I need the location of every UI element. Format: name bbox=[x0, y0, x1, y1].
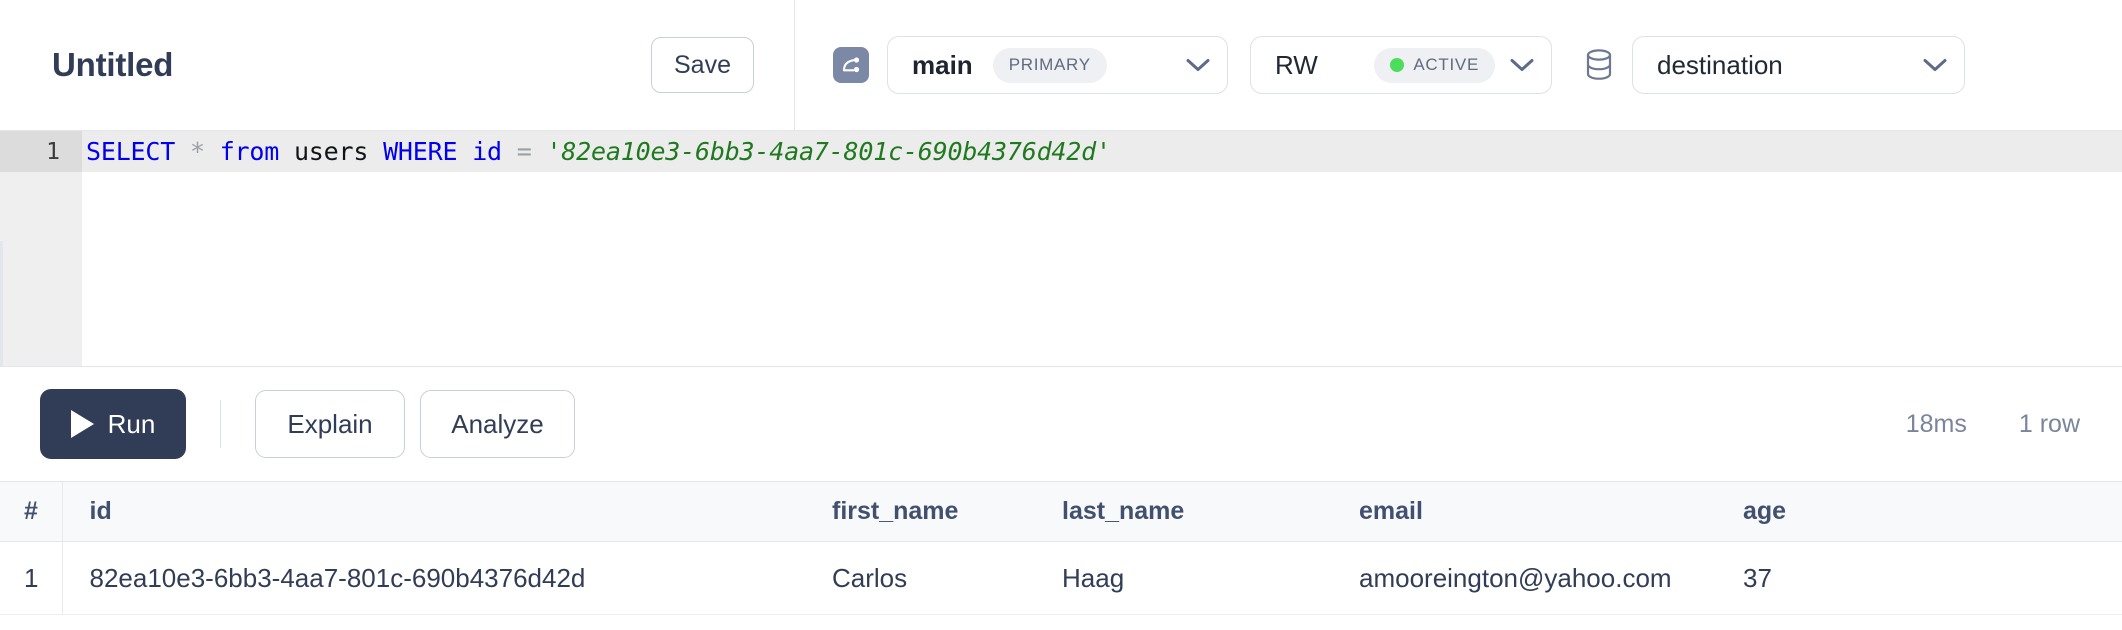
cell-row-number: 1 bbox=[0, 541, 62, 615]
sql-token-star: * bbox=[189, 137, 205, 166]
action-divider bbox=[220, 400, 221, 448]
play-icon bbox=[70, 410, 94, 438]
column-header-num[interactable]: # bbox=[0, 481, 62, 542]
sql-space bbox=[175, 137, 190, 166]
chevron-down-icon[interactable] bbox=[1509, 57, 1535, 73]
column-header-age[interactable]: age bbox=[1743, 481, 2122, 542]
column-header-email[interactable]: email bbox=[1359, 481, 1743, 542]
row-count: 1 row bbox=[2018, 409, 2080, 438]
sql-token-literal: '82ea10e3-6bb3-4aa7-801c-690b4376d42d' bbox=[546, 137, 1111, 166]
sql-editor-app: Untitled Save main PRIMARY RW ACTIVE des… bbox=[0, 0, 2122, 630]
chevron-down-icon[interactable] bbox=[1185, 57, 1211, 73]
table-header-row: # id first_name last_name email age bbox=[0, 481, 2122, 542]
column-header-first-name[interactable]: first_name bbox=[832, 481, 1062, 542]
column-header-last-name[interactable]: last_name bbox=[1062, 481, 1359, 542]
status-badge-label: ACTIVE bbox=[1413, 55, 1479, 74]
results-table: # id first_name last_name email age 1 82… bbox=[0, 481, 2122, 615]
role-selector-value: RW bbox=[1275, 49, 1318, 80]
sql-code[interactable]: SELECT * from users WHERE id = '82ea10e3… bbox=[82, 137, 1111, 166]
sql-space bbox=[532, 137, 547, 166]
sql-token-column: id bbox=[472, 137, 502, 166]
cell-first-name[interactable]: Carlos bbox=[832, 541, 1062, 615]
sql-token-table: users bbox=[293, 137, 369, 166]
cell-email[interactable]: amooreington@yahoo.com bbox=[1359, 541, 1743, 615]
status-badge: ACTIVE bbox=[1374, 47, 1495, 83]
role-selector[interactable]: RW ACTIVE bbox=[1250, 36, 1552, 94]
cell-id[interactable]: 82ea10e3-6bb3-4aa7-801c-690b4376d42d bbox=[61, 541, 832, 615]
database-selector[interactable]: destination bbox=[1632, 36, 1965, 94]
page-title: Untitled bbox=[52, 46, 174, 83]
run-button-label: Run bbox=[107, 408, 156, 439]
sql-token-where: WHERE bbox=[383, 137, 458, 166]
sql-token-equals: = bbox=[516, 137, 532, 166]
results-table-body: 1 82ea10e3-6bb3-4aa7-801c-690b4376d42d C… bbox=[0, 541, 2122, 615]
sql-editor[interactable]: 1 SELECT * from users WHERE id = '82ea10… bbox=[0, 130, 2122, 366]
top-bar: Untitled Save main PRIMARY RW ACTIVE des… bbox=[0, 0, 2122, 130]
table-row[interactable]: 1 82ea10e3-6bb3-4aa7-801c-690b4376d42d C… bbox=[0, 541, 2122, 615]
database-icon bbox=[1582, 46, 1616, 84]
sql-space bbox=[502, 137, 517, 166]
results-panel: # id first_name last_name email age 1 82… bbox=[0, 481, 2122, 615]
sql-space bbox=[457, 137, 472, 166]
primary-badge: PRIMARY bbox=[992, 47, 1107, 83]
line-number: 1 bbox=[46, 138, 60, 165]
database-selector-value: destination bbox=[1657, 49, 1783, 80]
save-button[interactable]: Save bbox=[651, 37, 754, 93]
branch-icon bbox=[833, 47, 869, 83]
branch-selector-value: main bbox=[912, 49, 973, 80]
query-duration: 18ms bbox=[1905, 409, 1967, 438]
explain-button[interactable]: Explain bbox=[255, 390, 405, 458]
column-header-id[interactable]: id bbox=[61, 481, 832, 542]
title-zone: Untitled Save bbox=[0, 0, 795, 130]
explain-button-label: Explain bbox=[287, 408, 373, 439]
editor-line-1[interactable]: 1 SELECT * from users WHERE id = '82ea10… bbox=[0, 131, 1111, 172]
chevron-down-icon[interactable] bbox=[1922, 57, 1948, 73]
sql-space bbox=[279, 137, 294, 166]
sql-space bbox=[368, 137, 383, 166]
cell-age[interactable]: 37 bbox=[1743, 541, 2122, 615]
sql-space bbox=[205, 137, 220, 166]
save-button-label: Save bbox=[674, 50, 731, 79]
editor-left-rule bbox=[0, 241, 3, 366]
branch-selector[interactable]: main PRIMARY bbox=[887, 36, 1228, 94]
results-table-head: # id first_name last_name email age bbox=[0, 481, 2122, 542]
action-bar: Run Explain Analyze 18ms 1 row bbox=[0, 366, 2122, 481]
run-button[interactable]: Run bbox=[40, 389, 186, 459]
context-selectors: main PRIMARY RW ACTIVE destination bbox=[795, 36, 1965, 94]
sql-token-from: from bbox=[219, 137, 280, 166]
sql-token-select: SELECT bbox=[86, 137, 176, 166]
cell-last-name[interactable]: Haag bbox=[1062, 541, 1359, 615]
status-dot-icon bbox=[1390, 58, 1405, 72]
analyze-button-label: Analyze bbox=[451, 408, 544, 439]
analyze-button[interactable]: Analyze bbox=[420, 390, 575, 458]
